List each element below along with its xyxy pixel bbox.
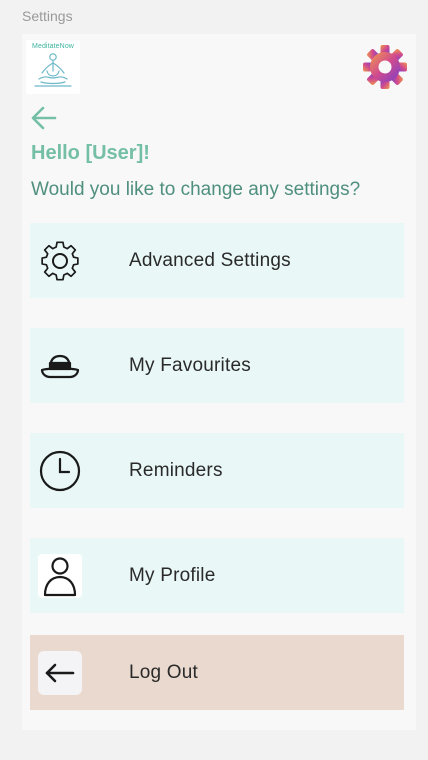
frame-label: Settings <box>22 8 73 24</box>
menu-item-my-favourites[interactable]: My Favourites <box>30 328 404 403</box>
menu-item-label: Reminders <box>129 459 223 481</box>
gear-outline-icon <box>38 239 82 283</box>
gear-icon <box>363 45 407 89</box>
menu-item-label: My Favourites <box>129 354 251 376</box>
settings-gear-button[interactable] <box>358 40 412 94</box>
hat-icon <box>38 344 82 388</box>
logout-arrow-icon <box>38 650 82 695</box>
clock-icon <box>38 449 82 493</box>
menu-item-label: My Profile <box>129 564 216 586</box>
menu-item-label: Log Out <box>129 661 199 683</box>
app-logo: MeditateNow <box>26 40 80 94</box>
logo-text: MeditateNow <box>32 43 74 50</box>
menu-item-label: Advanced Settings <box>129 249 291 271</box>
greeting-heading: Hello [User]! <box>31 142 150 164</box>
settings-prompt: Would you like to change any settings? <box>31 179 361 200</box>
arrow-left-icon <box>31 106 57 130</box>
back-button[interactable] <box>30 105 58 131</box>
menu-item-log-out[interactable]: Log Out <box>30 635 404 710</box>
settings-screen: MeditateNow Hello [User]! Would you like… <box>22 34 416 730</box>
menu-item-my-profile[interactable]: My Profile <box>30 538 404 613</box>
person-icon <box>38 553 82 598</box>
meditation-figure-icon <box>34 53 72 87</box>
menu-item-reminders[interactable]: Reminders <box>30 433 404 508</box>
menu-item-advanced-settings[interactable]: Advanced Settings <box>30 223 404 298</box>
